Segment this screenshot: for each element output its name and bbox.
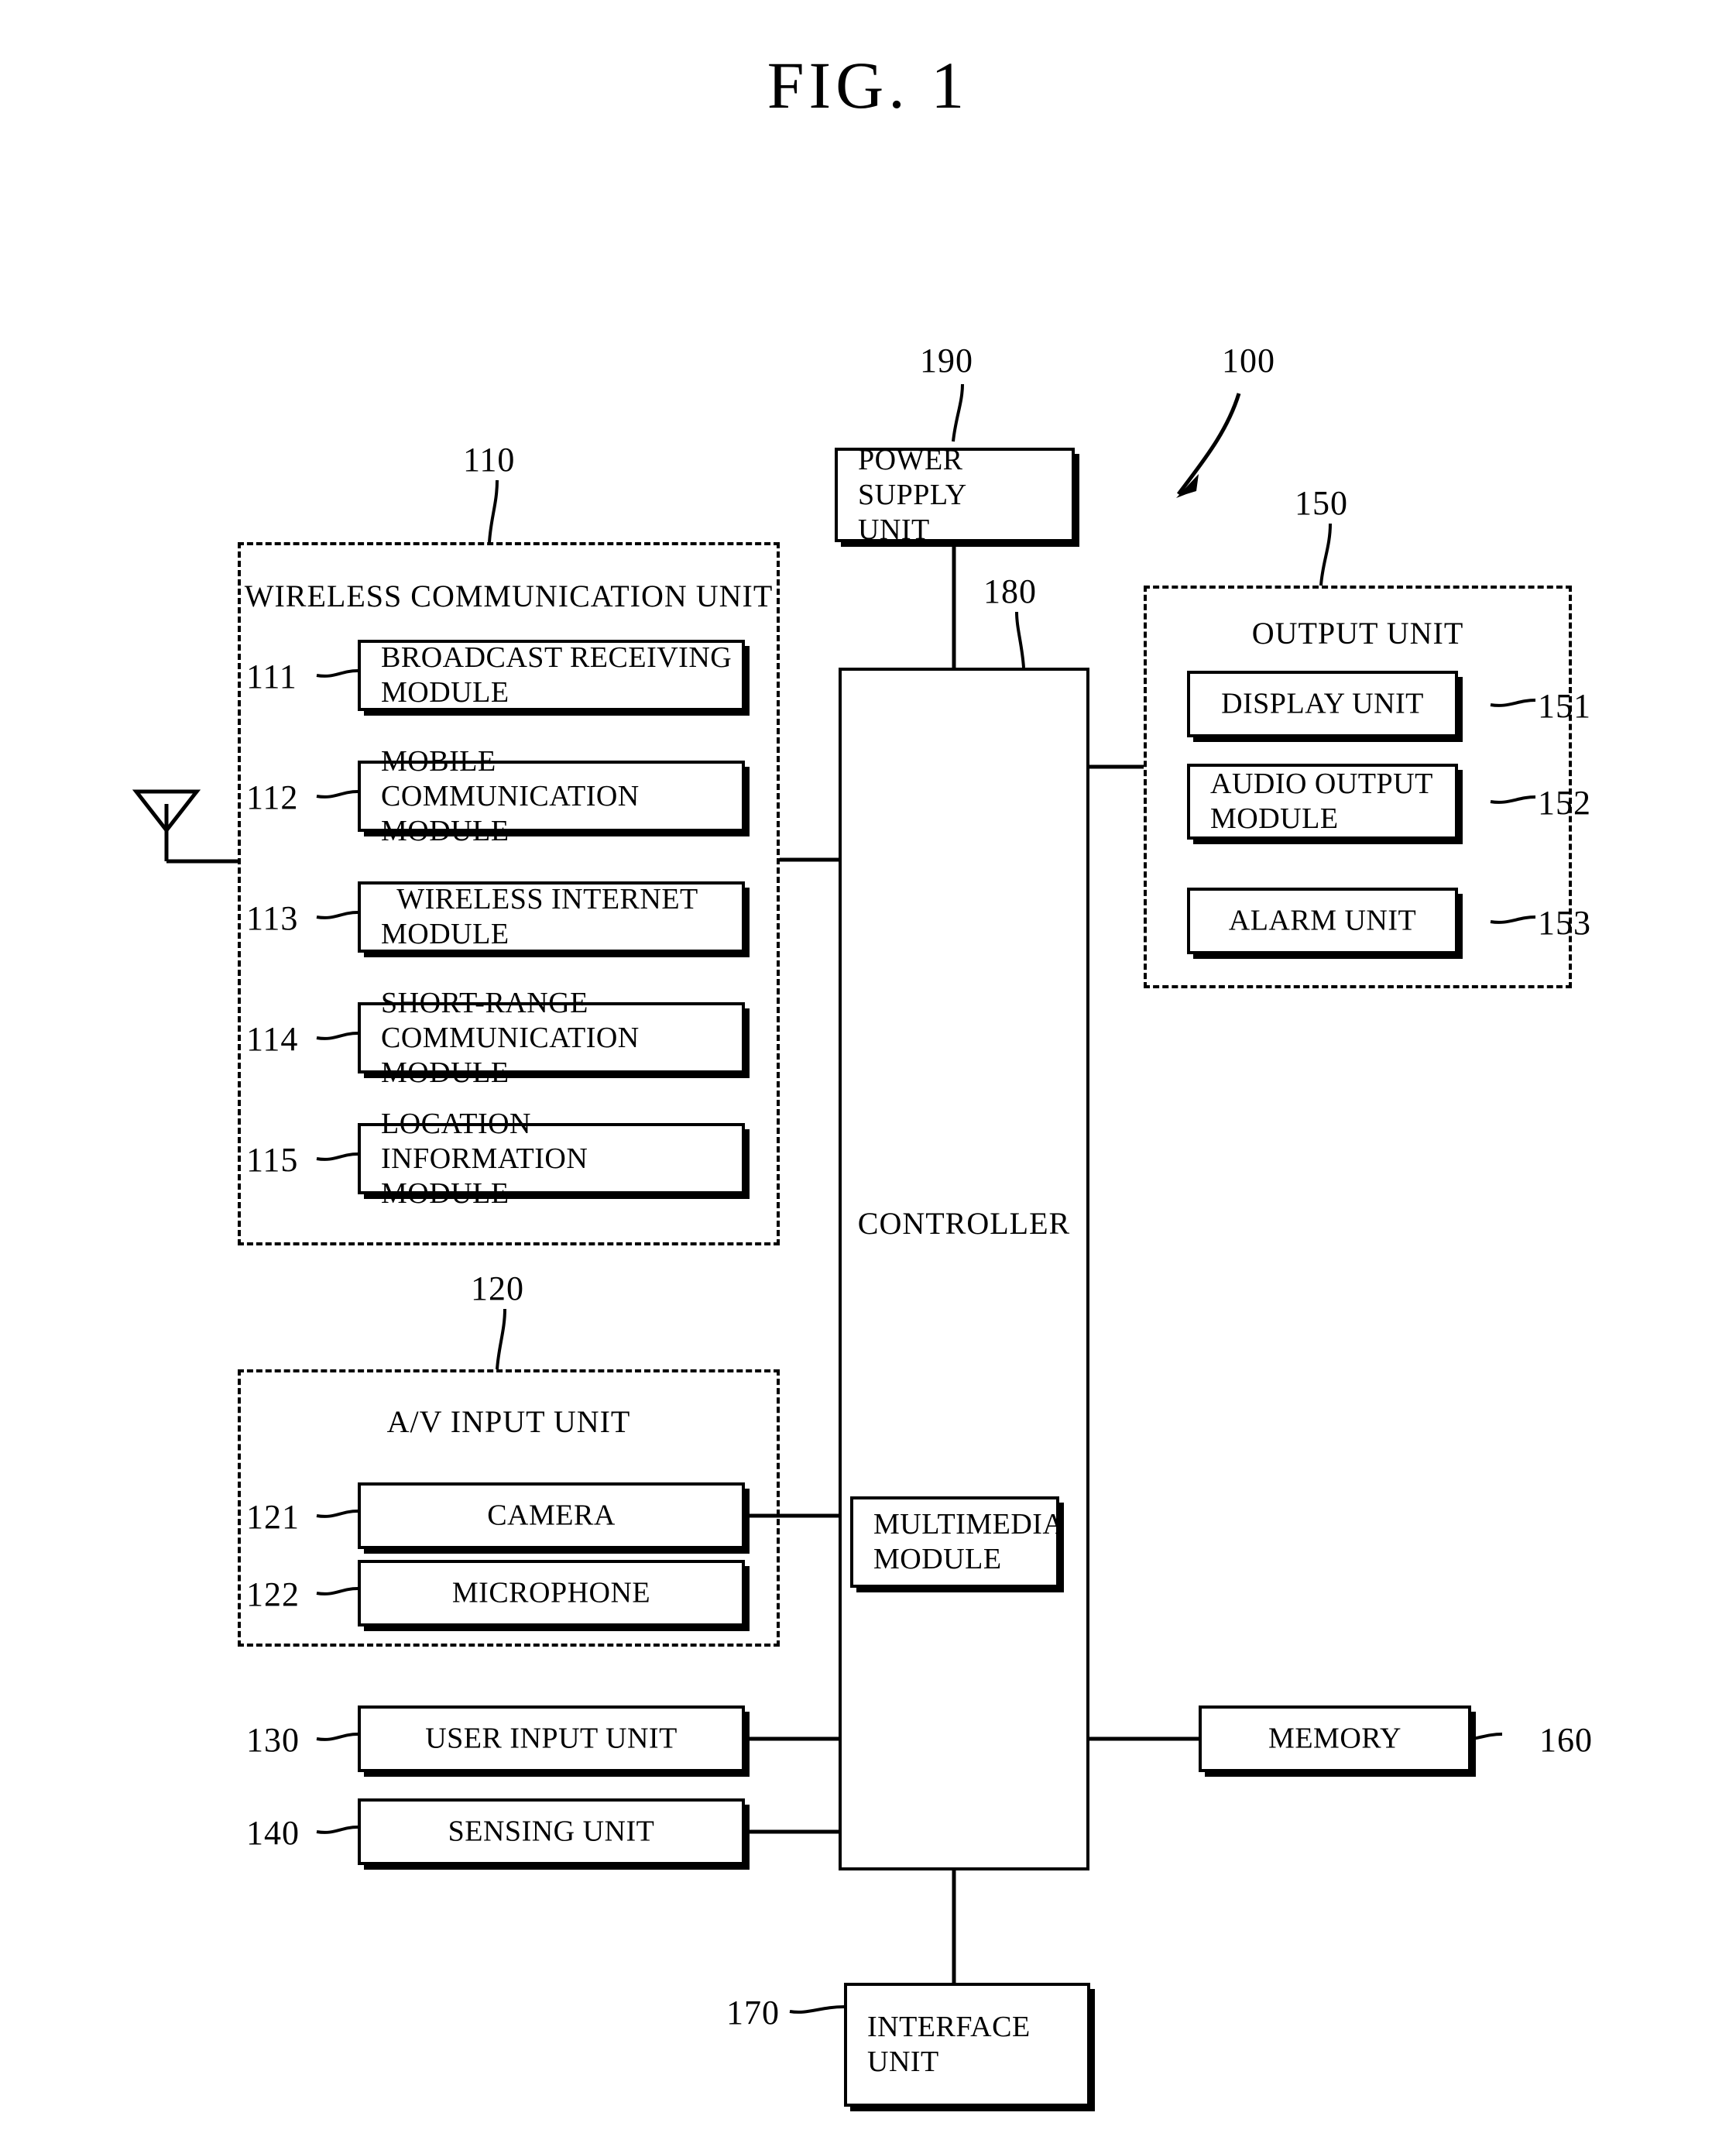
- audio-output-module-box[interactable]: AUDIO OUTPUT MODULE: [1187, 764, 1458, 840]
- ref-120: 120: [471, 1269, 524, 1307]
- microphone-label: MICROPHONE: [451, 1576, 651, 1609]
- audio-output-module-label: AUDIO OUTPUT MODULE: [1210, 768, 1433, 835]
- memory-label: MEMORY: [1268, 1722, 1401, 1755]
- interface-unit-box[interactable]: INTERFACE UNIT: [844, 1983, 1090, 2107]
- output-unit-label: OUTPUT UNIT: [1251, 616, 1464, 651]
- camera-label: CAMERA: [487, 1499, 616, 1532]
- ref-140: 140: [246, 1814, 300, 1852]
- wireless-internet-module-box[interactable]: WIRELESS INTERNET MODULE: [358, 881, 745, 953]
- controller-box[interactable]: CONTROLLER: [839, 668, 1089, 1870]
- alarm-unit-box[interactable]: ALARM UNIT: [1187, 888, 1458, 954]
- ref-160: 160: [1539, 1721, 1593, 1759]
- mobile-communication-module-label: MOBILE COMMUNICATION MODULE: [381, 744, 640, 847]
- display-unit-label: DISPLAY UNIT: [1221, 687, 1424, 720]
- power-supply-unit-label: POWER SUPPLY UNIT: [858, 443, 967, 546]
- display-unit-box[interactable]: DISPLAY UNIT: [1187, 671, 1458, 737]
- location-information-module-box[interactable]: LOCATION INFORMATION MODULE: [358, 1108, 745, 1209]
- ref-190: 190: [920, 342, 973, 380]
- user-input-unit-box[interactable]: USER INPUT UNIT: [358, 1705, 745, 1772]
- ref-180: 180: [983, 572, 1037, 610]
- ref-150: 150: [1295, 484, 1348, 522]
- multimedia-module-label: MULTIMEDIA MODULE: [873, 1508, 1065, 1575]
- location-information-module-label: LOCATION INFORMATION MODULE: [381, 1107, 588, 1210]
- broadcast-receiving-module-box[interactable]: BROADCAST RECEIVING MODULE: [358, 640, 745, 711]
- ref-170: 170: [726, 1994, 780, 2032]
- ref-100: 100: [1222, 342, 1275, 380]
- short-range-communication-module-label: SHORT-RANGE COMMUNICATION MODULE: [381, 986, 640, 1089]
- wireless-communication-unit-label: WIRELESS COMMUNICATION UNIT: [244, 579, 774, 613]
- patent-figure: FIG. 1 190 100 180 110 150 120 111 112 1…: [0, 0, 1736, 2140]
- user-input-unit-label: USER INPUT UNIT: [425, 1722, 678, 1755]
- controller-label: CONTROLLER: [857, 1206, 1071, 1241]
- multimedia-module-box[interactable]: MULTIMEDIA MODULE: [850, 1496, 1065, 1588]
- interface-unit-label: INTERFACE UNIT: [867, 2011, 1031, 2078]
- ref-110: 110: [463, 441, 516, 479]
- power-supply-unit-box[interactable]: POWER SUPPLY UNIT: [835, 444, 1075, 545]
- camera-box[interactable]: CAMERA: [358, 1482, 745, 1549]
- microphone-box[interactable]: MICROPHONE: [358, 1560, 745, 1626]
- av-input-unit-label: A/V INPUT UNIT: [386, 1404, 631, 1439]
- alarm-unit-label: ALARM UNIT: [1228, 904, 1417, 937]
- memory-box[interactable]: MEMORY: [1199, 1705, 1471, 1772]
- sensing-unit-label: SENSING UNIT: [448, 1815, 655, 1848]
- short-range-communication-module-box[interactable]: SHORT-RANGE COMMUNICATION MODULE: [358, 987, 745, 1088]
- wireless-internet-module-label: WIRELESS INTERNET MODULE: [381, 883, 698, 950]
- ref-130: 130: [246, 1721, 300, 1759]
- broadcast-receiving-module-label: BROADCAST RECEIVING MODULE: [381, 641, 732, 709]
- sensing-unit-box[interactable]: SENSING UNIT: [358, 1798, 745, 1865]
- mobile-communication-module-box[interactable]: MOBILE COMMUNICATION MODULE: [358, 745, 745, 847]
